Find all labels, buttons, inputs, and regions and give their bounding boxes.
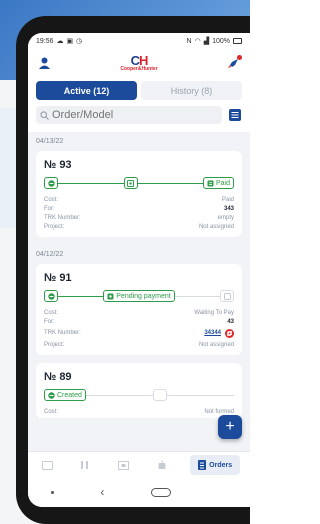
status-bar: 19:56 ☁ ▣ ◷ N ◠ ▟ 100% bbox=[28, 33, 250, 49]
order-number: № 89 bbox=[44, 371, 72, 383]
order-card[interactable]: № 91 Pending payment Cost: Waiting To Pay… bbox=[36, 264, 242, 355]
notification-icon: ▣ bbox=[66, 38, 74, 45]
tools-icon bbox=[81, 461, 89, 469]
date-header: 04/13/22 bbox=[36, 138, 64, 145]
recent-apps-icon[interactable] bbox=[51, 490, 55, 494]
trk-value: empty bbox=[217, 214, 234, 221]
project-row: Project: Not assigned bbox=[44, 341, 234, 348]
cost-value: Paid bbox=[221, 196, 234, 203]
tab-active[interactable]: Active (12) bbox=[36, 81, 137, 100]
search-row bbox=[28, 106, 250, 132]
status-time: 19:56 bbox=[36, 37, 54, 45]
progress-line-pending bbox=[166, 394, 234, 396]
sync-icon: ◷ bbox=[76, 38, 83, 45]
status-chip-created: Created bbox=[44, 389, 86, 401]
status-chip-label: Pending payment bbox=[116, 292, 171, 300]
battery-percent: 100% bbox=[212, 37, 230, 45]
trk-row: TRK Number: empty bbox=[44, 214, 234, 221]
copy-icon[interactable] bbox=[225, 328, 234, 338]
brand-logo: CH Cooper&Hunter bbox=[120, 53, 158, 72]
search-input[interactable] bbox=[52, 109, 202, 121]
order-card[interactable]: № 89 Created Cost: Not formed bbox=[36, 363, 242, 418]
add-order-button[interactable]: + bbox=[218, 415, 242, 439]
nav-support[interactable] bbox=[153, 455, 171, 475]
created-step-icon bbox=[44, 177, 58, 189]
nav-orders[interactable]: Orders bbox=[190, 455, 241, 475]
created-icon bbox=[48, 391, 55, 399]
order-card[interactable]: № 93 Paid Cost: Paid For: 343 TRK Number: e… bbox=[36, 151, 242, 237]
catalog-icon bbox=[41, 460, 53, 470]
cost-value: Not formed bbox=[204, 408, 234, 415]
notification-badge bbox=[236, 55, 242, 60]
progress-line bbox=[137, 182, 203, 184]
nav-catalog[interactable] bbox=[38, 455, 57, 475]
cost-row: Cost: Waiting To Pay bbox=[44, 309, 234, 316]
status-chip-pending: Pending payment bbox=[103, 290, 175, 302]
wifi-icon: ◠ bbox=[194, 38, 201, 45]
orders-list: 04/13/22 № 93 Paid Cost: Paid For: 343 TRK… bbox=[28, 132, 250, 418]
payment-step-icon bbox=[152, 389, 167, 401]
user-icon bbox=[38, 57, 50, 69]
status-chip-paid: Paid bbox=[203, 177, 235, 189]
app-screen: 19:56 ☁ ▣ ◷ N ◠ ▟ 100% CH Cooper&Hunter … bbox=[28, 33, 250, 507]
tab-history[interactable]: History (8) bbox=[141, 81, 242, 100]
bottom-navigation: Orders bbox=[28, 451, 250, 478]
payment-icon bbox=[107, 293, 114, 299]
battery-icon bbox=[233, 38, 242, 44]
for-value: 43 bbox=[227, 318, 234, 325]
status-chip-label: Paid bbox=[216, 179, 231, 187]
receipt-icon bbox=[207, 180, 214, 186]
search-box[interactable] bbox=[36, 106, 222, 124]
project-value: Not assigned bbox=[198, 223, 234, 230]
project-row: Project: Not assigned bbox=[44, 223, 234, 230]
home-icon[interactable] bbox=[150, 487, 171, 497]
date-header: 04/12/22 bbox=[36, 251, 64, 258]
app-header: CH Cooper&Hunter bbox=[28, 49, 250, 77]
system-navigation-bar: ‹ bbox=[28, 477, 250, 507]
nav-orders-label: Orders bbox=[209, 461, 233, 469]
search-icon bbox=[40, 110, 49, 120]
receipt-step-icon bbox=[220, 290, 235, 302]
order-number: № 93 bbox=[44, 159, 72, 171]
for-value: 343 bbox=[223, 205, 234, 212]
promo-button[interactable] bbox=[226, 55, 242, 71]
created-step-icon bbox=[44, 290, 58, 302]
progress-line-pending bbox=[174, 295, 221, 297]
robot-icon bbox=[158, 460, 166, 469]
signal-icon: ▟ bbox=[203, 38, 210, 45]
progress-line bbox=[58, 295, 104, 297]
nav-tools[interactable] bbox=[76, 455, 94, 475]
cost-value: Waiting To Pay bbox=[194, 309, 234, 316]
order-tabs: Active (12) History (8) bbox=[28, 77, 250, 106]
nfc-icon: N bbox=[186, 37, 192, 45]
order-number: № 91 bbox=[44, 272, 72, 284]
trk-row: TRK Number: 34344 bbox=[44, 326, 234, 340]
project-value: Not assigned bbox=[198, 341, 234, 348]
brand-logo-text: Cooper&Hunter bbox=[120, 66, 158, 72]
filter-list-icon bbox=[229, 109, 241, 121]
progress-line bbox=[58, 182, 124, 184]
payment-step-icon bbox=[123, 177, 138, 189]
profile-button[interactable] bbox=[36, 55, 52, 71]
progress-line-pending bbox=[85, 394, 153, 396]
order-progress: Paid bbox=[44, 177, 235, 189]
nav-scanner[interactable] bbox=[114, 455, 133, 475]
for-row: For: 43 bbox=[44, 318, 234, 325]
for-row: For: 343 bbox=[44, 205, 234, 212]
cost-row: Cost: Paid bbox=[44, 196, 234, 203]
order-progress: Pending payment bbox=[44, 290, 235, 302]
order-progress: Created bbox=[44, 389, 234, 401]
cost-row: Cost: Not formed bbox=[44, 408, 234, 415]
plus-icon: + bbox=[225, 418, 235, 435]
scan-icon bbox=[117, 460, 129, 470]
cloud-icon: ☁ bbox=[56, 38, 64, 45]
status-chip-label: Created bbox=[57, 391, 82, 399]
orders-icon bbox=[198, 460, 207, 470]
filter-button[interactable] bbox=[228, 108, 242, 122]
trk-link[interactable]: 34344 bbox=[204, 330, 221, 336]
back-icon[interactable]: ‹ bbox=[100, 485, 104, 499]
